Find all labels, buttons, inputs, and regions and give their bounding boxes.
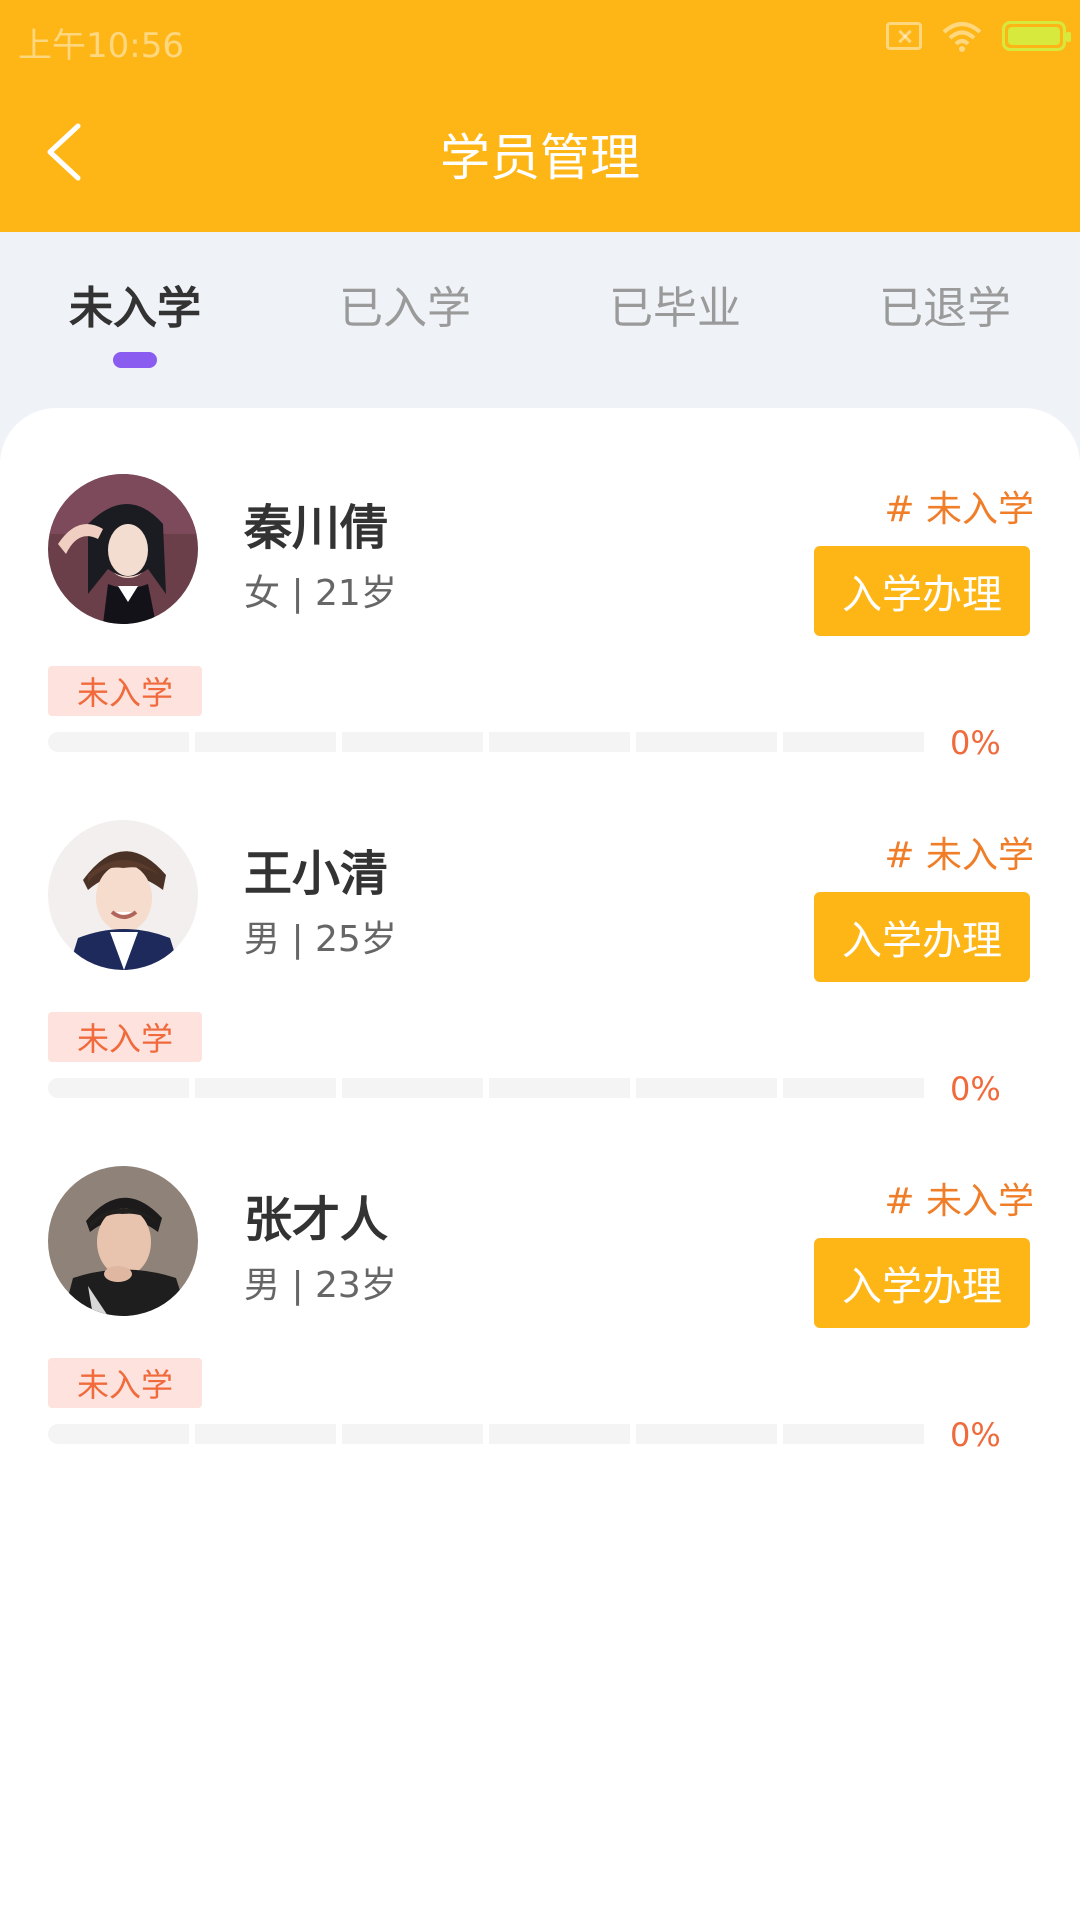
status-bar: 上午10:56 bbox=[0, 0, 1080, 76]
page-title: 学员管理 bbox=[440, 129, 640, 187]
student-status-tag: # 未入学 bbox=[884, 1181, 1034, 1222]
progress-bar bbox=[48, 732, 924, 752]
student-status-tag: # 未入学 bbox=[884, 835, 1034, 876]
status-badge: 未入学 bbox=[48, 1012, 202, 1062]
student-name: 秦川倩 bbox=[244, 500, 389, 556]
progress-bar bbox=[48, 1078, 924, 1098]
enroll-button[interactable]: 入学办理 bbox=[814, 892, 1030, 982]
student-gender-age: 女 | 21岁 bbox=[244, 573, 397, 614]
student-status-tag: # 未入学 bbox=[884, 489, 1034, 530]
enroll-button[interactable]: 入学办理 bbox=[814, 546, 1030, 636]
student-name: 张才人 bbox=[244, 1192, 389, 1248]
tab-active-indicator bbox=[113, 352, 157, 368]
student-name: 王小清 bbox=[244, 846, 389, 902]
student-list-panel: 秦川倩 女 | 21岁 # 未入学 入学办理 未入学 0% 王小清 男 | 25… bbox=[0, 408, 1080, 1920]
avatar bbox=[48, 474, 198, 624]
tab-not-enrolled[interactable]: 未入学 bbox=[0, 272, 270, 336]
progress-percent: 0% bbox=[950, 1416, 1001, 1454]
avatar bbox=[48, 820, 198, 970]
avatar bbox=[48, 1166, 198, 1316]
battery-charging-icon bbox=[1002, 21, 1071, 51]
sim-card-icon bbox=[886, 22, 922, 50]
student-gender-age: 男 | 23岁 bbox=[244, 1265, 397, 1306]
student-card[interactable]: 张才人 男 | 23岁 # 未入学 入学办理 未入学 0% bbox=[0, 1100, 1080, 1454]
tab-bar: 未入学 已入学 已毕业 已退学 bbox=[0, 232, 1080, 408]
status-badge: 未入学 bbox=[48, 666, 202, 716]
tab-graduated[interactable]: 已毕业 bbox=[540, 272, 810, 336]
status-time: 上午10:56 bbox=[18, 26, 184, 66]
enroll-button[interactable]: 入学办理 bbox=[814, 1238, 1030, 1328]
tab-withdrawn[interactable]: 已退学 bbox=[810, 272, 1080, 336]
student-card[interactable]: 王小清 男 | 25岁 # 未入学 入学办理 未入学 0% bbox=[0, 754, 1080, 1108]
student-gender-age: 男 | 25岁 bbox=[244, 919, 397, 960]
student-card[interactable]: 秦川倩 女 | 21岁 # 未入学 入学办理 未入学 0% bbox=[0, 408, 1080, 762]
progress-bar bbox=[48, 1424, 924, 1444]
tab-enrolled[interactable]: 已入学 bbox=[270, 272, 540, 336]
status-badge: 未入学 bbox=[48, 1358, 202, 1408]
app-header: 上午10:56 学员管理 bbox=[0, 0, 1080, 232]
wifi-icon bbox=[942, 20, 982, 52]
status-icons bbox=[886, 20, 1071, 52]
